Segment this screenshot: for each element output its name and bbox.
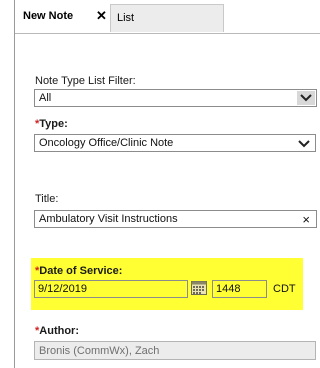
- tab-new-note[interactable]: New Note: [23, 10, 73, 22]
- calendar-icon[interactable]: [191, 281, 207, 295]
- tab-list-label: List: [117, 12, 135, 24]
- title-input[interactable]: Ambulatory Visit Instructions ×: [34, 210, 317, 228]
- timezone-label: CDT: [273, 283, 296, 295]
- chevron-down-icon: [298, 140, 310, 148]
- tab-bar: New Note ✕ List: [15, 0, 320, 34]
- note-type-filter-value: All: [39, 92, 52, 104]
- date-of-service-label-text: Date of Service:: [39, 265, 123, 277]
- author-label: *Author:: [35, 325, 79, 337]
- type-label-text: Type:: [39, 118, 68, 130]
- tab-list[interactable]: List: [110, 4, 224, 32]
- author-label-text: Author:: [39, 325, 79, 337]
- title-label: Title:: [35, 193, 59, 205]
- title-value: Ambulatory Visit Instructions: [39, 213, 178, 225]
- note-panel: New Note ✕ List Note Type List Filter: A…: [14, 0, 320, 368]
- date-of-service-time-input[interactable]: 1448: [212, 280, 267, 298]
- type-label: *Type:: [35, 118, 68, 130]
- note-type-filter-select[interactable]: All: [34, 89, 317, 107]
- tab-close-icon[interactable]: ✕: [96, 8, 107, 24]
- author-value: Bronis (CommWx), Zach: [39, 345, 160, 357]
- date-value: 9/12/2019: [38, 283, 87, 295]
- type-value: Oncology Office/Clinic Note: [39, 137, 174, 149]
- chevron-down-icon: [300, 94, 312, 102]
- date-of-service-date-input[interactable]: 9/12/2019: [34, 280, 188, 298]
- close-icon[interactable]: ×: [302, 212, 310, 227]
- author-field: Bronis (CommWx), Zach: [34, 341, 316, 360]
- note-type-filter-label: Note Type List Filter:: [35, 75, 136, 87]
- filter-dropdown-button[interactable]: [297, 91, 315, 105]
- time-value: 1448: [216, 283, 241, 295]
- date-of-service-label: *Date of Service:: [35, 265, 122, 277]
- type-select[interactable]: Oncology Office/Clinic Note: [34, 134, 316, 152]
